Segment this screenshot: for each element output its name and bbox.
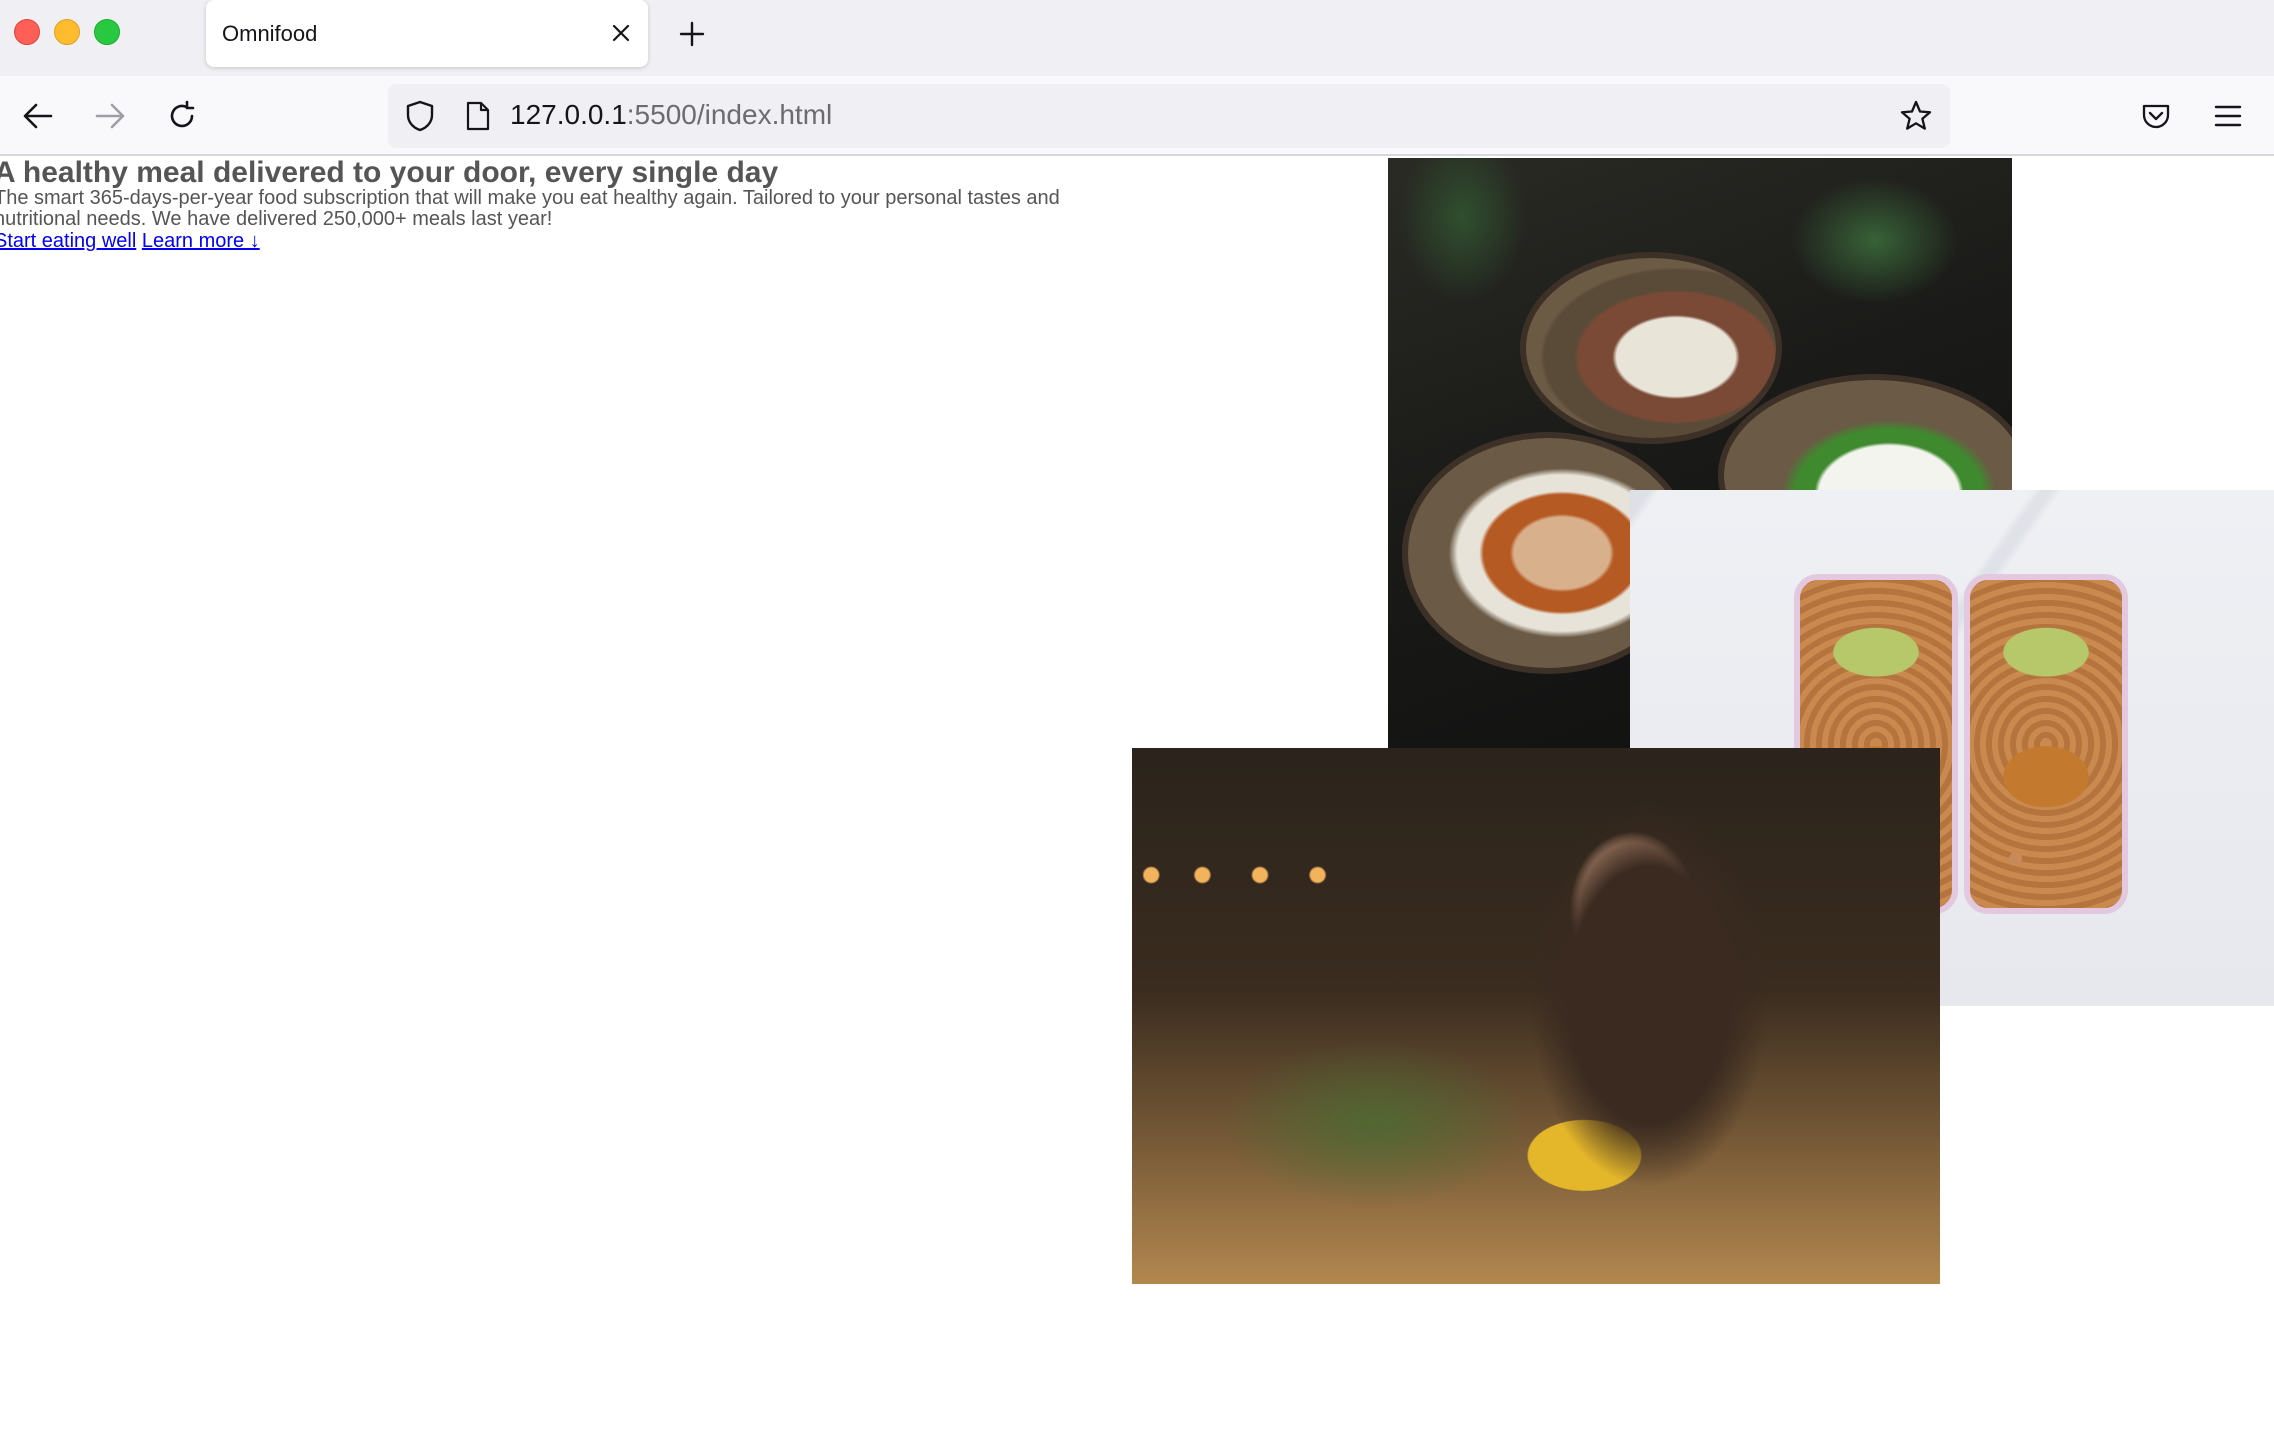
- url-text[interactable]: 127.0.0.1:5500/index.html: [510, 99, 832, 131]
- tab-title: Omnifood: [222, 21, 318, 46]
- window-zoom-button[interactable]: [94, 19, 120, 45]
- arrow-left-icon[interactable]: [16, 94, 60, 138]
- page-icon: [460, 98, 496, 134]
- star-icon[interactable]: [1896, 96, 1936, 136]
- bowl-steak: [1526, 258, 1776, 438]
- tab-omnifood[interactable]: Omnifood: [206, 0, 648, 67]
- browser-toolbar: 127.0.0.1:5500/index.html: [0, 76, 2274, 156]
- hero-description: The smart 365-days-per-year food subscri…: [0, 187, 1060, 230]
- start-eating-link[interactable]: Start eating well: [0, 230, 136, 252]
- shield-icon[interactable]: [402, 98, 438, 134]
- hamburger-menu-icon[interactable]: [2206, 94, 2250, 138]
- page-content: A healthy meal delivered to your door, e…: [0, 158, 2274, 1448]
- reload-icon[interactable]: [160, 94, 204, 138]
- learn-more-link[interactable]: Learn more ↓: [142, 230, 260, 252]
- pocket-icon[interactable]: [2134, 94, 2178, 138]
- hero-links: Start eating well Learn more ↓: [0, 230, 1074, 252]
- url-bar[interactable]: 127.0.0.1:5500/index.html: [388, 84, 1950, 148]
- url-path: :5500/index.html: [626, 99, 833, 130]
- window-close-button[interactable]: [14, 19, 40, 45]
- url-host: 127.0.0.1: [510, 99, 627, 130]
- arrow-right-icon[interactable]: [88, 94, 132, 138]
- close-icon[interactable]: [604, 16, 638, 50]
- cafe-lights: [1132, 860, 1452, 890]
- plus-icon[interactable]: [672, 14, 712, 54]
- hero-text-box: A healthy meal delivered to your door, e…: [0, 156, 1074, 253]
- browser-tab-bar: Omnifood: [0, 0, 2274, 76]
- meal-box-right: [1964, 574, 2128, 914]
- window-minimize-button[interactable]: [54, 19, 80, 45]
- hero-title: A healthy meal delivered to your door, e…: [0, 156, 779, 189]
- hero-image-woman-eating: [1132, 748, 1940, 1284]
